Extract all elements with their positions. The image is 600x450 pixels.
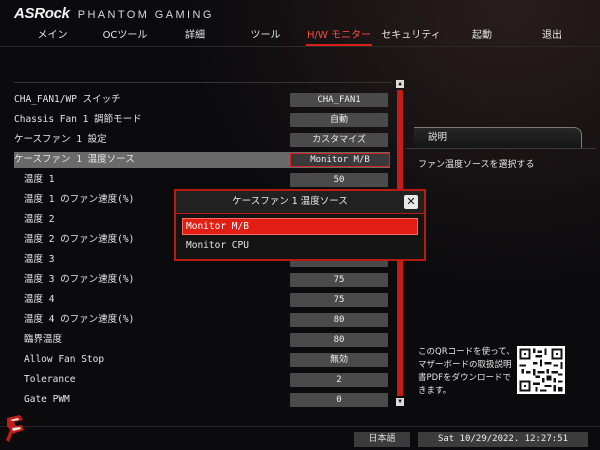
nav-divider (0, 46, 600, 47)
description-header: 説明 (414, 127, 582, 149)
dialog-title: ケースファン 1 温度ソース (232, 196, 348, 207)
setting-label: Allow Fan Stop (24, 354, 105, 365)
setting-label: Tolerance (24, 374, 76, 385)
qr-description: このQRコードを使って、マザーボードの取扱説明書PDFをダウンロードできます。 (418, 347, 515, 396)
tab-exit[interactable]: 退出 (530, 26, 574, 48)
brand-header: ASRock PHANTOM GAMING (14, 5, 214, 23)
setting-value[interactable]: 80 (290, 313, 388, 327)
tab-boot[interactable]: 起動 (460, 26, 504, 48)
setting-label: 温度 1 (24, 174, 55, 185)
setting-temp-1[interactable]: 温度 1 50 (14, 172, 390, 188)
dialog-title-bar: ケースファン 1 温度ソース ✕ (176, 191, 424, 214)
setting-value[interactable]: 0 (290, 393, 388, 407)
setting-value[interactable]: 自動 (290, 113, 388, 127)
main-nav: メイン OCツール 詳細 ツール H/W モニター セキュリティ 起動 退出 (0, 26, 600, 48)
brand-logo: ASRock (14, 5, 70, 22)
description-text: ファン温度ソースを選択する (418, 160, 535, 170)
setting-value[interactable]: カスタマイズ (290, 133, 388, 147)
bios-screen: ASRock PHANTOM GAMING メイン OCツール 詳細 ツール H… (0, 0, 600, 450)
setting-label: Gate PWM (24, 394, 70, 405)
setting-label: 温度 4 (24, 294, 55, 305)
tab-hw-monitor[interactable]: H/W モニター (306, 26, 372, 48)
setting-temp-4-fan-speed[interactable]: 温度 4 のファン速度(%) 80 (14, 312, 390, 328)
datetime-display: Sat 10/29/2022. 12:27:51 (418, 432, 588, 447)
setting-label: ケースファン 1 温度ソース (14, 154, 135, 165)
setting-tolerance[interactable]: Tolerance 2 (14, 372, 390, 388)
setting-critical-temp[interactable]: 臨界温度 80 (14, 332, 390, 348)
setting-cha-fan1-wp-switch[interactable]: CHA_FAN1/WP スイッチ CHA_FAN1 (14, 92, 390, 108)
tab-advanced[interactable]: 詳細 (170, 26, 220, 48)
setting-label: Chassis Fan 1 調節モード (14, 114, 142, 125)
setting-allow-fan-stop[interactable]: Allow Fan Stop 無効 (14, 352, 390, 368)
option-monitor-mb[interactable]: Monitor M/B (182, 218, 418, 235)
list-divider (14, 82, 392, 83)
setting-label: ケースファン 1 設定 (14, 134, 107, 145)
setting-value[interactable]: 50 (290, 173, 388, 187)
tab-tool[interactable]: ツール (238, 26, 293, 48)
description-title: 説明 (428, 132, 448, 143)
setting-value[interactable]: 80 (290, 333, 388, 347)
temp-source-dialog: ケースファン 1 温度ソース ✕ Monitor M/B Monitor CPU (174, 189, 426, 261)
tab-main[interactable]: メイン (25, 26, 80, 48)
close-icon[interactable]: ✕ (404, 195, 418, 209)
setting-label: 臨界温度 (24, 334, 63, 345)
tab-security[interactable]: セキュリティ (378, 26, 444, 48)
setting-label: 温度 2 のファン速度(%) (24, 234, 135, 245)
setting-temp-3-fan-speed[interactable]: 温度 3 のファン速度(%) 75 (14, 272, 390, 288)
setting-label: 温度 3 のファン速度(%) (24, 274, 135, 285)
qr-code-icon (517, 346, 565, 394)
setting-chassis-fan1-control-mode[interactable]: Chassis Fan 1 調節モード 自動 (14, 112, 390, 128)
scroll-down-arrow-icon[interactable]: ▼ (396, 398, 404, 406)
language-button[interactable]: 日本語 (354, 432, 410, 447)
option-monitor-cpu[interactable]: Monitor CPU (182, 237, 418, 254)
setting-value[interactable]: 75 (290, 293, 388, 307)
setting-value[interactable]: 2 (290, 373, 388, 387)
setting-value[interactable]: 75 (290, 273, 388, 287)
description-divider (406, 148, 596, 149)
setting-chassis-fan1-temp-source[interactable]: ケースファン 1 温度ソース Monitor M/B (14, 152, 390, 168)
setting-value[interactable]: Monitor M/B (290, 153, 390, 167)
setting-label: 温度 2 (24, 214, 55, 225)
setting-value[interactable]: 無効 (290, 353, 388, 367)
setting-chassis-fan1-setting[interactable]: ケースファン 1 設定 カスタマイズ (14, 132, 390, 148)
tab-oc-tweaker[interactable]: OCツール (95, 26, 155, 48)
setting-temp-4[interactable]: 温度 4 75 (14, 292, 390, 308)
scroll-up-arrow-icon[interactable]: ▲ (396, 80, 404, 88)
setting-value[interactable]: CHA_FAN1 (290, 93, 388, 107)
setting-label: 温度 3 (24, 254, 55, 265)
brand-subtitle: PHANTOM GAMING (77, 9, 214, 21)
phantom-gaming-logo-icon (6, 415, 24, 442)
setting-label: 温度 4 のファン速度(%) (24, 314, 135, 325)
setting-label: 温度 1 のファン速度(%) (24, 194, 135, 205)
setting-label: CHA_FAN1/WP スイッチ (14, 94, 121, 105)
setting-gate-pwm[interactable]: Gate PWM 0 (14, 392, 390, 408)
footer-divider (0, 426, 600, 427)
